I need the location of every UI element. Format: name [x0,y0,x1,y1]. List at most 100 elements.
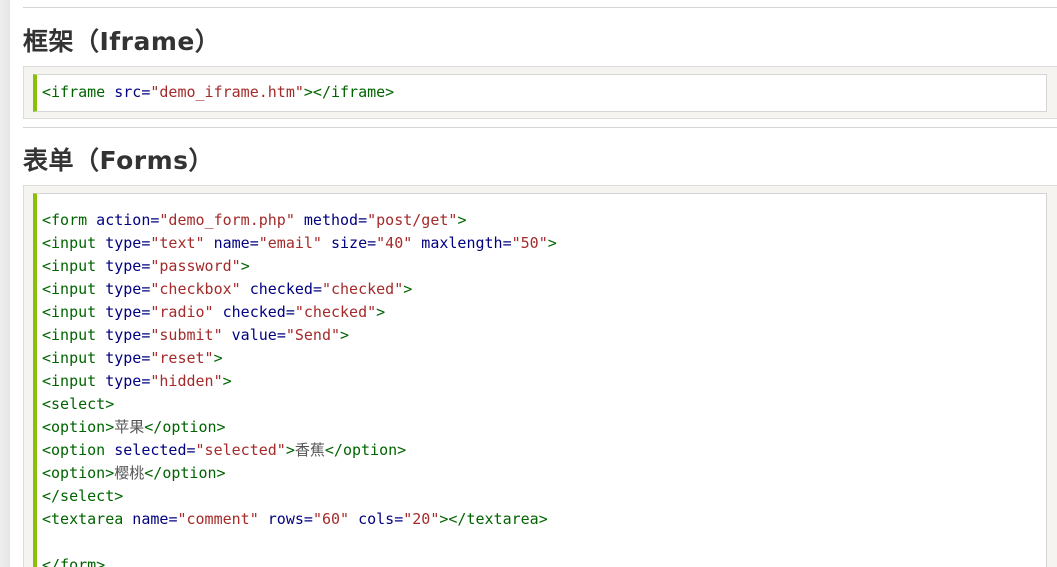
example-box-iframe: <iframe src="demo_iframe.htm"></iframe> [23,66,1057,119]
code-attribute: type [96,326,142,344]
code-tag: > [240,257,250,275]
code-tag: </select> [42,487,124,505]
code-tag: <input [42,372,97,390]
code-value: "60" [312,510,350,528]
code-attribute: maxlength [412,234,503,252]
code-attribute: value [222,326,277,344]
code-tag: </form> [42,556,106,567]
code-attribute: name [123,510,169,528]
code-line: <input type="reset"> [42,347,1046,370]
code-line: <iframe src="demo_iframe.htm"></iframe> [42,81,1046,104]
code-equals: = [358,211,368,229]
code-block-forms: <form action="demo_form.php" method="pos… [33,193,1047,567]
code-equals: = [285,303,295,321]
code-tag: > [376,303,386,321]
section-divider [23,127,1057,128]
code-tag: </option> [144,464,226,482]
code-attribute: type [96,349,142,367]
code-attribute: selected [105,441,187,459]
code-tag: <select> [42,395,115,413]
code-value: "Send" [285,326,341,344]
code-attribute: cols [349,510,395,528]
page: 框架（Iframe） <iframe src="demo_iframe.htm"… [0,0,1057,567]
code-equals: = [276,326,286,344]
code-tag: <option [42,441,106,459]
code-text: 香蕉 [294,441,325,459]
code-value: "checkbox" [150,280,241,298]
section-title-forms: 表单（Forms） [23,146,214,175]
code-attribute: rows [258,510,304,528]
code-tag: ></textarea> [439,510,548,528]
code-value: "submit" [150,326,223,344]
code-tag: > [285,441,295,459]
code-line: <input type="radio" checked="checked"> [42,301,1046,324]
code-text: 苹果 [114,418,145,436]
main-content: 框架（Iframe） <iframe src="demo_iframe.htm"… [10,0,1057,567]
code-attribute: type [96,303,142,321]
code-tag: </option> [144,418,226,436]
code-tag: ></iframe> [303,83,395,101]
code-tag: <input [42,326,97,344]
code-attribute: name [204,234,250,252]
code-tag: <form [42,211,88,229]
code-line: <textarea name="comment" rows="60" cols=… [42,508,1046,531]
code-attribute: type [96,257,142,275]
code-tag: > [547,234,557,252]
code-tag: <option> [42,464,115,482]
code-attribute: action [87,211,151,229]
code-value: "50" [511,234,548,252]
code-value: "radio" [150,303,214,321]
code-value: "post/get" [367,211,458,229]
code-tag: <input [42,349,97,367]
code-attribute: checked [240,280,313,298]
code-tag: > [222,372,232,390]
code-value: "comment" [177,510,259,528]
code-tag: <iframe [42,83,106,101]
code-tag: <option> [42,418,115,436]
code-line: </form> [42,554,1046,567]
code-line: <input type="submit" value="Send"> [42,324,1046,347]
section-title-iframe: 框架（Iframe） [23,27,221,56]
code-equals: = [394,510,404,528]
code-line: <form action="demo_form.php" method="pos… [42,209,1046,232]
code-attribute: type [96,280,142,298]
code-value: "demo_form.php" [159,211,295,229]
code-attribute: size [321,234,368,252]
section-divider [23,7,1057,8]
code-line: <input type="text" name="email" size="40… [42,232,1046,255]
code-tag: > [403,280,413,298]
code-tag: <input [42,303,97,321]
code-value: "email" [258,234,322,252]
code-equals: = [303,510,313,528]
code-value: "reset" [150,349,214,367]
code-tag: <input [42,257,97,275]
code-value: "checked" [294,303,377,321]
code-attribute: checked [213,303,286,321]
code-tag: <input [42,280,97,298]
code-equals: = [249,234,259,252]
code-equals: = [312,280,322,298]
code-value: "text" [150,234,205,252]
code-value: "40" [376,234,413,252]
code-line: <option selected="selected">香蕉</option> [42,439,1046,462]
code-value: "checked" [321,280,404,298]
example-box-forms: <form action="demo_form.php" method="pos… [23,185,1057,567]
code-block-iframe: <iframe src="demo_iframe.htm"></iframe> [33,74,1047,112]
code-tag: > [340,326,350,344]
code-equals: = [186,441,196,459]
code-tag: > [213,349,223,367]
code-line: <input type="checkbox" checked="checked"… [42,278,1046,301]
code-attribute: type [96,234,142,252]
code-attribute: type [96,372,142,390]
code-equals: = [502,234,512,252]
code-equals: = [367,234,377,252]
code-tag: <input [42,234,97,252]
code-line: <option>苹果</option> [42,416,1046,439]
code-line: </select> [42,485,1046,508]
code-text: 樱桃 [114,464,145,482]
code-value: "demo_iframe.htm" [150,83,304,101]
code-tag: <textarea [42,510,124,528]
code-tag: > [457,211,467,229]
code-value: "hidden" [150,372,223,390]
